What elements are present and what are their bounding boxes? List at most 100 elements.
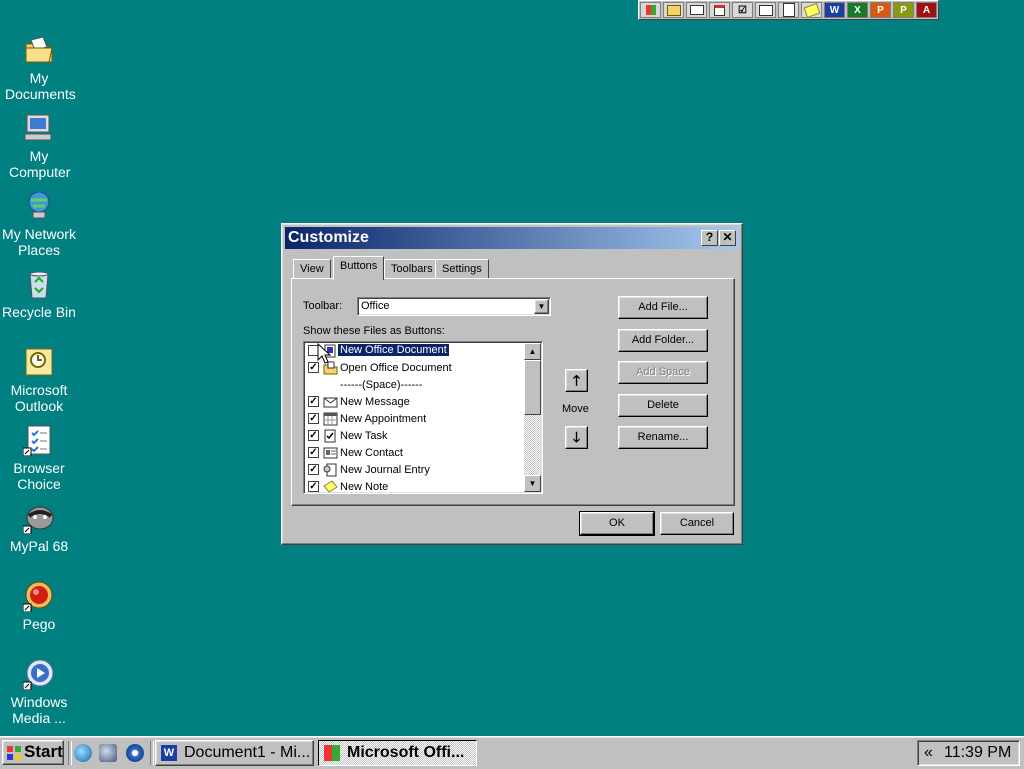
desktop-icon-browser-choice[interactable]: Browser Choice: [0, 424, 78, 492]
open-folder-icon[interactable]: [663, 2, 684, 18]
add-file-button[interactable]: Add File...: [618, 296, 708, 319]
item-label: Open Office Document: [340, 362, 452, 374]
item-label: New Note: [340, 481, 389, 493]
word-icon[interactable]: W: [824, 2, 845, 18]
my-documents-icon: [25, 36, 53, 63]
item-checkbox[interactable]: ✓: [308, 464, 319, 475]
excel-icon[interactable]: X: [847, 2, 868, 18]
start-label: Start: [24, 742, 63, 761]
list-item[interactable]: ------(Space)------: [306, 377, 524, 394]
taskbar-divider: [68, 741, 72, 765]
list-label: Show these Files as Buttons:: [303, 325, 445, 337]
task-document1[interactable]: W Document1 - Mi...: [155, 740, 314, 766]
desktop-icon-pego[interactable]: Pego: [0, 580, 78, 632]
windows-logo-icon: [7, 746, 21, 760]
item-checkbox[interactable]: ✓: [308, 481, 319, 492]
scroll-thumb[interactable]: [524, 360, 541, 415]
desktop-icon-label: Recycle Bin: [2, 304, 76, 320]
clock[interactable]: 11:39 PM: [944, 741, 1011, 765]
outlook-icon: [25, 348, 53, 376]
add-space-button[interactable]: Add Space: [618, 361, 708, 384]
scroll-down-icon[interactable]: ▼: [524, 475, 541, 492]
scroll-up-icon[interactable]: ▲: [524, 343, 541, 360]
desktop-icon-windows-media[interactable]: Windows Media ...: [0, 658, 78, 726]
tray-expand-icon[interactable]: «: [924, 741, 933, 765]
new-appointment-icon[interactable]: [709, 2, 730, 18]
word-doc-icon: W: [161, 745, 177, 761]
task-label: Microsoft Offi...: [347, 744, 465, 761]
desktop-icon-my-network-places[interactable]: My Network Places: [0, 190, 78, 258]
new-journal-icon: [323, 463, 337, 477]
internet-explorer-icon[interactable]: [74, 744, 92, 762]
list-item[interactable]: ✓ New Appointment: [306, 411, 524, 428]
list-item[interactable]: ✓ New Journal Entry: [306, 462, 524, 479]
move-label: Move: [562, 403, 589, 415]
close-button[interactable]: ✕: [719, 230, 736, 246]
publisher-icon[interactable]: P: [893, 2, 914, 18]
item-checkbox[interactable]: ✓: [308, 430, 319, 441]
desktop-icon-mypal-68[interactable]: MyPal 68: [0, 502, 78, 554]
new-note-icon[interactable]: [801, 2, 822, 18]
item-checkbox[interactable]: ✓: [308, 447, 319, 458]
start-button[interactable]: Start: [2, 740, 64, 765]
dialog-titlebar[interactable]: Customize ? ✕: [285, 227, 739, 249]
desktop-icon-label: My Network Places: [2, 226, 76, 258]
ok-button[interactable]: OK: [579, 511, 655, 536]
desktop-icon-my-documents[interactable]: My Documents: [0, 34, 78, 102]
desktop-icon-label: Microsoft Outlook: [10, 382, 68, 414]
new-task-icon[interactable]: ☑: [732, 2, 753, 18]
move-up-button[interactable]: 🡑: [565, 369, 588, 392]
desktop-icon-label: MyPal 68: [9, 538, 69, 554]
desktop-icon-microsoft-outlook[interactable]: Microsoft Outlook: [0, 346, 78, 414]
move-down-button[interactable]: 🡓: [565, 426, 588, 449]
tab-settings[interactable]: Settings: [435, 259, 489, 279]
new-appointment-icon: [323, 412, 338, 426]
files-as-buttons-list[interactable]: New Office Document ✓ Open Office Docume…: [303, 341, 543, 494]
arrow-down-icon: 🡓: [572, 429, 581, 445]
windows-media-player-icon[interactable]: [126, 744, 144, 762]
desktop-icon-label: My Computer: [9, 148, 71, 180]
toolbar-select-value: Office: [361, 300, 390, 312]
cancel-button[interactable]: Cancel: [660, 512, 734, 535]
mouse-cursor-icon: [317, 343, 331, 364]
item-checkbox[interactable]: ✓: [308, 413, 319, 424]
desktop-icon-label: Windows Media ...: [10, 694, 68, 726]
help-button[interactable]: ?: [701, 230, 718, 246]
item-label: New Journal Entry: [340, 464, 430, 476]
powerpoint-icon[interactable]: P: [870, 2, 891, 18]
system-tray: « 11:39 PM: [917, 740, 1020, 766]
list-scrollbar[interactable]: ▲ ▼: [524, 343, 541, 492]
toolbar-label: Toolbar:: [303, 300, 343, 312]
tab-view[interactable]: View: [293, 259, 331, 279]
list-item[interactable]: New Office Document: [306, 343, 524, 360]
delete-button[interactable]: Delete: [618, 394, 708, 417]
access-icon[interactable]: A: [916, 2, 937, 18]
list-item[interactable]: ✓ New Note: [306, 479, 524, 493]
office-logo-icon[interactable]: [640, 2, 661, 18]
item-checkbox[interactable]: ✓: [308, 396, 319, 407]
new-message-icon: [323, 397, 338, 408]
pego-icon: [23, 581, 53, 612]
rename-button[interactable]: Rename...: [618, 426, 708, 449]
item-label: New Message: [340, 396, 410, 408]
chevron-down-icon[interactable]: ▼: [534, 299, 549, 314]
list-item[interactable]: ✓ New Contact: [306, 445, 524, 462]
new-contact-icon[interactable]: [755, 2, 776, 18]
my-computer-icon: [24, 114, 52, 141]
tab-buttons[interactable]: Buttons: [333, 256, 385, 280]
item-label: New Appointment: [340, 413, 427, 425]
desktop-icon-my-computer[interactable]: My Computer: [0, 112, 78, 180]
new-message-icon[interactable]: [686, 2, 707, 18]
desktop-icon-recycle-bin[interactable]: Recycle Bin: [0, 268, 78, 320]
new-journal-icon[interactable]: [778, 2, 799, 18]
outlook-express-icon[interactable]: [99, 744, 117, 762]
tab-toolbars[interactable]: Toolbars: [384, 259, 440, 279]
list-item[interactable]: ✓ Open Office Document: [306, 360, 524, 377]
taskbar-divider: [150, 741, 154, 765]
task-microsoft-office[interactable]: Microsoft Offi...: [318, 740, 477, 766]
toolbar-select[interactable]: Office ▼: [357, 297, 551, 316]
list-item[interactable]: ✓ New Message: [306, 394, 524, 411]
office-shortcut-bar: ☑ W X P P A: [638, 0, 939, 20]
list-item[interactable]: ✓ New Task: [306, 428, 524, 445]
add-folder-button[interactable]: Add Folder...: [618, 329, 708, 352]
